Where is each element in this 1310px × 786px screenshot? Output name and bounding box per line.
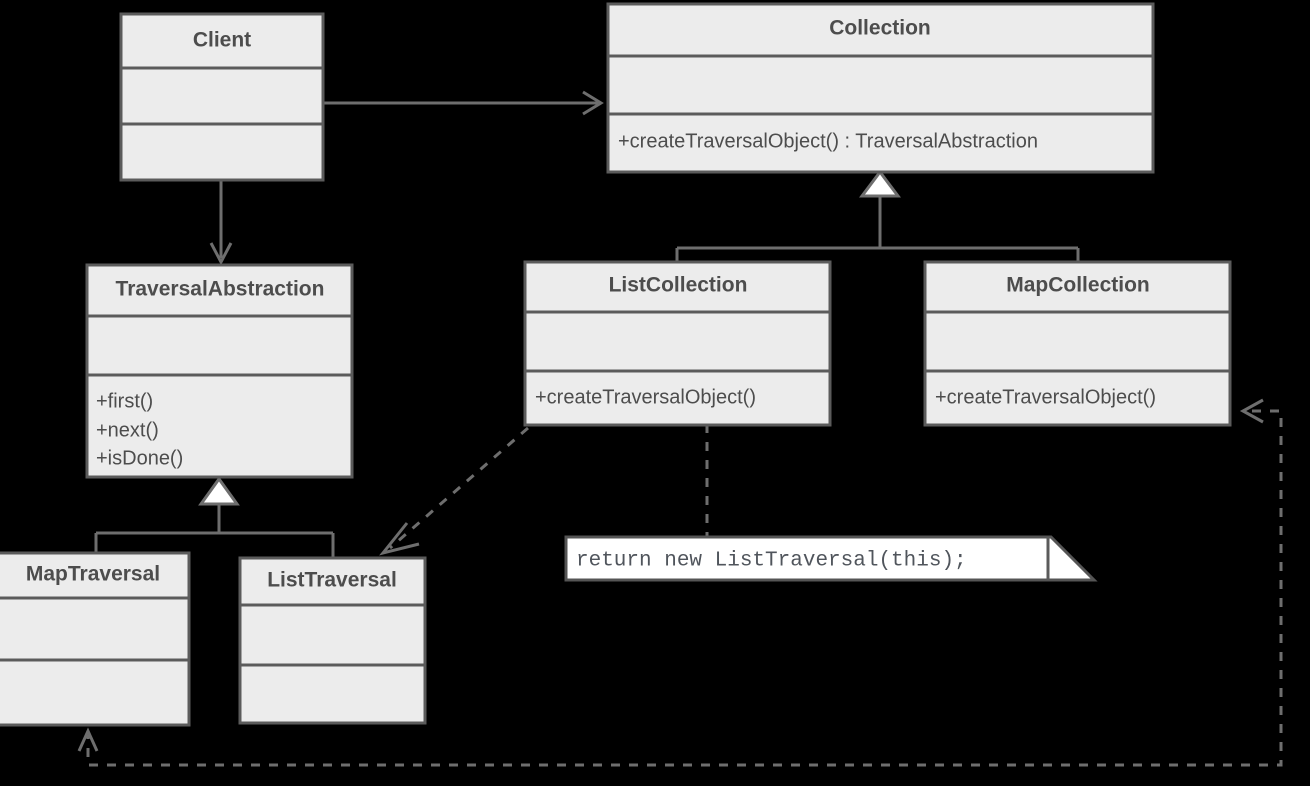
diagram-canvas: Client Collection +createTraversalObject… [0, 2, 1283, 767]
edge-traversal-generalization [94, 476, 335, 558]
operation-is-done: +isDone() [96, 447, 183, 469]
edge-collection-generalization [675, 169, 1080, 262]
class-box-list-traversal[interactable]: ListTraversal [238, 556, 427, 725]
note-list-traversal-code[interactable]: return new ListTraversal(this); [564, 535, 1098, 582]
class-name-list-traversal: ListTraversal [267, 569, 397, 592]
operation-map-create-traversal-object: +createTraversalObject() [935, 386, 1156, 408]
class-box-client[interactable]: Client [119, 12, 325, 182]
class-box-traversal-abstraction[interactable]: TraversalAbstraction +first() +next() +i… [85, 263, 354, 479]
operation-next: +next() [96, 419, 159, 441]
class-box-map-collection[interactable]: MapCollection +createTraversalObject() [923, 260, 1232, 427]
uml-class-diagram: Client Collection +createTraversalObject… [0, 0, 1310, 786]
class-box-map-traversal[interactable]: MapTraversal [0, 551, 191, 727]
class-name-collection: Collection [829, 17, 931, 40]
class-name-client: Client [193, 29, 251, 52]
edge-client-uses-traversal [209, 180, 233, 266]
edge-client-uses-collection [323, 90, 604, 116]
operation-first: +first() [96, 390, 153, 412]
note-code-text: return new ListTraversal(this); [576, 550, 967, 573]
operation-create-traversal-object: +createTraversalObject() : TraversalAbst… [618, 130, 1038, 152]
edge-listcollection-creates-listtraversal [379, 426, 529, 556]
class-name-list-collection: ListCollection [609, 274, 748, 297]
class-name-map-collection: MapCollection [1006, 274, 1150, 297]
operation-list-create-traversal-object: +createTraversalObject() [535, 386, 756, 408]
class-box-collection[interactable]: Collection +createTraversalObject() : Tr… [606, 2, 1155, 174]
class-box-list-collection[interactable]: ListCollection +createTraversalObject() [523, 260, 832, 427]
class-name-map-traversal: MapTraversal [26, 563, 160, 586]
class-name-traversal-abstraction: TraversalAbstraction [116, 278, 325, 301]
